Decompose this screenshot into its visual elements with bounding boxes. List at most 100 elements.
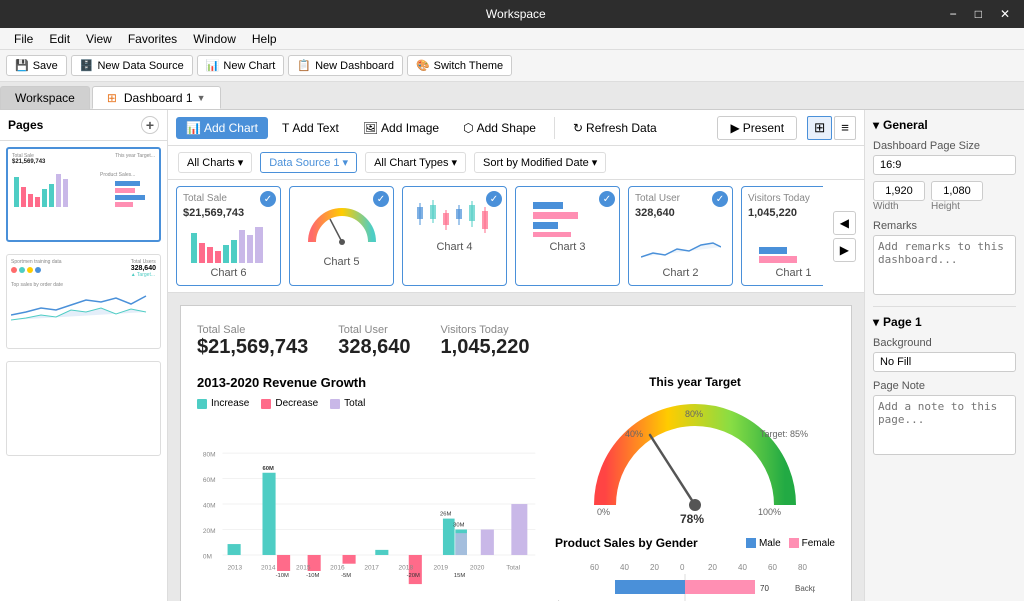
new-dashboard-button[interactable]: 📋 New Dashboard	[288, 55, 403, 76]
gender-bar-chart: 60 40 20 0 20 40 60 80	[555, 560, 815, 601]
save-button[interactable]: 💾 Save	[6, 55, 67, 76]
charts-row: 2013-2020 Revenue Growth Increase Decrea…	[197, 375, 835, 601]
svg-text:-10M: -10M	[306, 573, 319, 579]
svg-text:0%: 0%	[597, 507, 610, 517]
add-page-button[interactable]: +	[141, 116, 159, 134]
center-content: 📊 Add Chart T Add Text 🖼 Add Image ⬡ Add…	[168, 110, 864, 601]
page2-area-mini	[11, 290, 151, 325]
svg-text:26M: 26M	[440, 512, 451, 518]
data-source-filter[interactable]: Data Source 1 ▾	[260, 152, 357, 173]
chart-card-6[interactable]: ✓ Total Sale $21,569,743	[176, 186, 281, 286]
page-size-select[interactable]: 16:9 4:3 Custom	[873, 155, 1016, 175]
menu-help[interactable]: Help	[244, 30, 285, 48]
switch-theme-button[interactable]: 🎨 Switch Theme	[407, 55, 512, 76]
svg-text:2013: 2013	[228, 565, 243, 572]
revenue-bar-chart: 80M 60M 40M 20M 0M	[197, 417, 539, 601]
stats-row: Total Sale $21,569,743 Total User 328,64…	[197, 322, 835, 359]
chart-3-name: Chart 3	[522, 241, 613, 253]
svg-text:60: 60	[590, 563, 599, 572]
minimize-button[interactable]: −	[944, 5, 963, 23]
legend-decrease: Decrease	[261, 398, 318, 409]
source-chevron: ▾	[343, 156, 349, 169]
svg-text:20: 20	[708, 563, 717, 572]
sort-filter[interactable]: Sort by Modified Date ▾	[474, 152, 606, 173]
general-section-header[interactable]: ▾ General	[873, 118, 1016, 132]
width-input[interactable]	[873, 181, 925, 201]
close-button[interactable]: ✕	[994, 5, 1016, 23]
general-chevron-icon: ▾	[873, 118, 879, 132]
svg-text:Target: 85%: Target: 85%	[760, 429, 808, 439]
background-select[interactable]: No Fill Solid Color	[873, 352, 1016, 372]
title-bar: Workspace − □ ✕	[0, 0, 1024, 28]
svg-text:30M: 30M	[453, 523, 464, 529]
menu-edit[interactable]: Edit	[41, 30, 78, 48]
chart-card-5[interactable]: ✓	[289, 186, 394, 286]
sort-chevron: ▾	[592, 156, 598, 169]
svg-text:2019: 2019	[433, 565, 448, 572]
width-label: Width	[873, 201, 925, 212]
chart-selected-check-4: ✓	[486, 191, 502, 207]
legend-total-dot	[330, 399, 340, 409]
chart-1-label: Visitors Today	[748, 193, 823, 204]
svg-text:80%: 80%	[685, 409, 703, 419]
chart-card-4[interactable]: ✓	[402, 186, 507, 286]
dash-toolbar: 📊 Add Chart T Add Text 🖼 Add Image ⬡ Add…	[168, 110, 864, 146]
all-charts-filter[interactable]: All Charts ▾	[178, 152, 252, 173]
chart-type-filter[interactable]: All Chart Types ▾	[365, 152, 466, 173]
height-input[interactable]	[931, 181, 983, 201]
chart-card-1[interactable]: ✓ Visitors Today 1,045,220 Chart 1	[741, 186, 823, 286]
present-button[interactable]: ▶ Present	[717, 116, 797, 140]
page-item-1[interactable]: 1 Total Sale $21,569,743 This year Targe…	[6, 147, 161, 242]
new-chart-button[interactable]: 📊 New Chart	[197, 55, 285, 76]
present-icon: ▶	[730, 121, 739, 135]
carousel-nav-buttons: ◀ ▶	[833, 211, 856, 262]
page-item-2[interactable]: 2 Sportmen training data	[6, 254, 161, 349]
page-item-3[interactable]: 3	[6, 361, 161, 456]
legend-decrease-dot	[261, 399, 271, 409]
gender-legend: Male Female	[746, 538, 835, 549]
svg-text:Total: Total	[506, 565, 520, 572]
stat-visitors: Visitors Today 1,045,220	[441, 322, 530, 359]
right-charts: This year Target	[555, 375, 835, 601]
add-image-button[interactable]: 🖼 Add Image	[353, 117, 449, 139]
menu-file[interactable]: File	[6, 30, 41, 48]
menu-window[interactable]: Window	[185, 30, 244, 48]
grid-view-button[interactable]: ⊞	[807, 116, 832, 140]
page1-section-header[interactable]: ▾ Page 1	[873, 315, 1016, 329]
tab-workspace[interactable]: Workspace	[0, 86, 90, 109]
main-layout: Pages + 1 Total Sale $21,569,743 This ye…	[0, 110, 1024, 601]
add-chart-button[interactable]: 📊 Add Chart	[176, 117, 268, 139]
add-shape-button[interactable]: ⬡ Add Shape	[453, 117, 546, 139]
page-note-textarea[interactable]	[873, 395, 1016, 455]
remarks-label: Remarks	[873, 220, 1016, 232]
list-view-button[interactable]: ≡	[834, 116, 856, 140]
svg-text:70: 70	[760, 584, 769, 593]
menu-favorites[interactable]: Favorites	[120, 30, 185, 48]
svg-text:40%: 40%	[625, 429, 643, 439]
menu-view[interactable]: View	[78, 30, 120, 48]
new-data-source-button[interactable]: 🗄️ New Data Source	[71, 55, 193, 76]
remarks-textarea[interactable]	[873, 235, 1016, 295]
gender-chart: Product Sales by Gender Male Female	[555, 536, 835, 601]
svg-text:-10M: -10M	[276, 573, 289, 579]
tab-dashboard[interactable]: ⊞ Dashboard 1 ▼	[92, 86, 221, 109]
carousel-next[interactable]: ▶	[833, 238, 856, 262]
chart-card-2[interactable]: ✓ Total User 328,640 Chart 2	[628, 186, 733, 286]
maximize-button[interactable]: □	[969, 5, 988, 23]
add-text-button[interactable]: T Add Text	[272, 117, 349, 139]
stat-total-user-value: 328,640	[338, 336, 410, 359]
carousel-prev[interactable]: ◀	[833, 211, 856, 235]
page-size-label: Dashboard Page Size	[873, 140, 1016, 152]
toolbar-separator	[554, 117, 555, 139]
svg-text:40: 40	[738, 563, 747, 572]
add-chart-icon: 📊	[186, 121, 201, 135]
chart-panel: All Charts ▾ Data Source 1 ▾ All Chart T…	[168, 146, 864, 293]
svg-text:-5M: -5M	[341, 573, 351, 579]
chart-card-3[interactable]: ✓ Chart 3	[515, 186, 620, 286]
svg-text:2016: 2016	[330, 565, 345, 572]
gender-chart-title: Product Sales by Gender	[555, 536, 698, 550]
svg-text:80: 80	[798, 563, 807, 572]
stat-total-user-label: Total User	[338, 324, 388, 336]
refresh-data-button[interactable]: ↻ Refresh Data	[563, 117, 667, 139]
svg-text:40M: 40M	[203, 503, 216, 510]
